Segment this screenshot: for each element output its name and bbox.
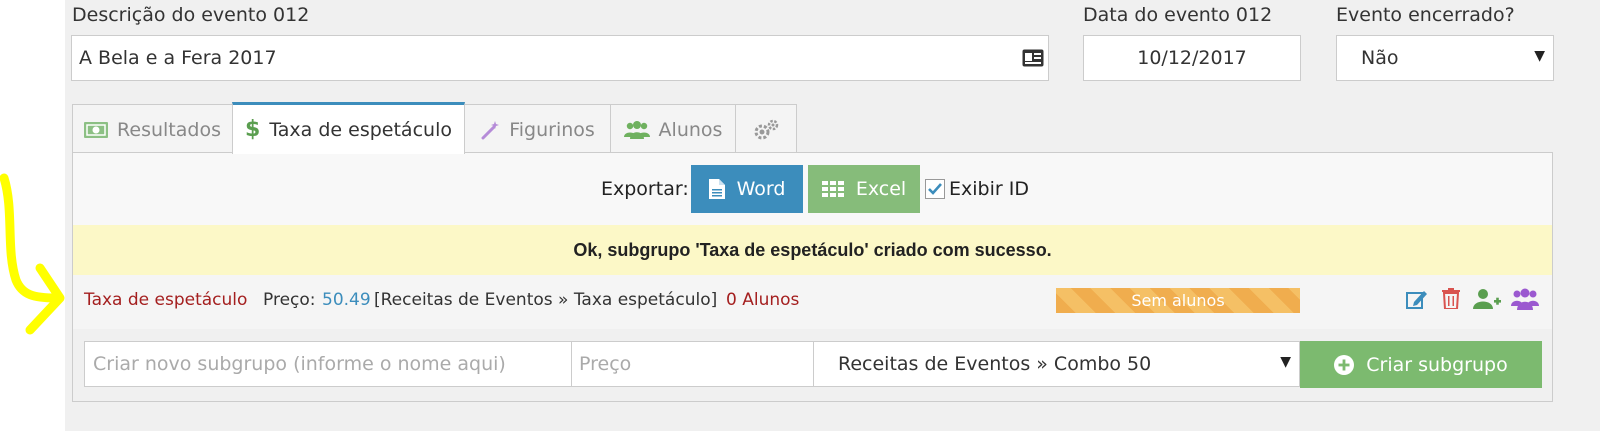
- show-id-checkbox[interactable]: [925, 179, 945, 199]
- export-word-button[interactable]: Word: [691, 165, 803, 213]
- tab-alunos[interactable]: Alunos: [610, 104, 736, 154]
- success-alert: Ok, subgrupo 'Taxa de espetáculo' criado…: [73, 225, 1552, 276]
- users-icon: [623, 120, 650, 139]
- new-subgroup-form: Criar novo subgrupo (informe o nome aqui…: [73, 329, 1552, 401]
- create-label: Criar subgrupo: [1366, 353, 1508, 376]
- event-description-value: A Bela e a Fera 2017: [79, 47, 277, 69]
- create-subgroup-button[interactable]: Criar subgrupo: [1300, 341, 1542, 388]
- tab-label: Alunos: [658, 118, 723, 141]
- dollar-icon: $: [245, 117, 261, 142]
- category-value: Receitas de Eventos » Combo 50: [838, 353, 1152, 375]
- new-subgroup-name-input[interactable]: Criar novo subgrupo (informe o nome aqui…: [84, 341, 572, 387]
- event-description-label: Descrição do evento 012: [72, 4, 310, 26]
- show-id-label: Exibir ID: [949, 178, 1029, 200]
- tab-resultados[interactable]: Resultados: [72, 104, 233, 154]
- subgroup-category: [Receitas de Eventos » Taxa espetáculo]: [374, 290, 718, 310]
- subgroup-row: Taxa de espetáculo Preço: 50.49 [Receita…: [73, 275, 1552, 330]
- tab-content-taxa: Exportar: Word Excel Exibir ID Ok, subgr…: [72, 152, 1553, 402]
- price-placeholder: Preço: [579, 353, 632, 375]
- word-label: Word: [736, 178, 786, 200]
- magic-wand-icon: [480, 120, 500, 140]
- table-icon: [821, 181, 844, 197]
- new-subgroup-price-input[interactable]: Preço: [571, 341, 814, 387]
- plus-circle-icon: [1334, 354, 1355, 375]
- money-icon: [84, 121, 109, 138]
- edit-icon[interactable]: [1406, 289, 1428, 309]
- trash-icon[interactable]: [1442, 288, 1460, 309]
- new-subgroup-category-select[interactable]: Receitas de Eventos » Combo 50 ▼: [813, 341, 1300, 387]
- event-closed-label: Evento encerrado?: [1336, 4, 1515, 26]
- students-count: 0 Alunos: [726, 290, 800, 310]
- export-excel-button[interactable]: Excel: [808, 165, 920, 213]
- add-user-icon[interactable]: [1473, 288, 1501, 310]
- alert-message: Ok, subgrupo 'Taxa de espetáculo' criado…: [573, 239, 1052, 260]
- excel-label: Excel: [855, 178, 907, 200]
- users-group-icon[interactable]: [1511, 288, 1539, 310]
- event-date-input[interactable]: 10/12/2017: [1083, 35, 1301, 81]
- file-icon: [708, 179, 725, 199]
- chevron-down-icon: ▼: [1280, 354, 1291, 370]
- yellow-arrow-annotation: [0, 173, 65, 335]
- tab-label: Resultados: [117, 118, 221, 141]
- tab-taxa-de-espetaculo[interactable]: $ Taxa de espetáculo: [232, 102, 465, 154]
- check-icon: [928, 183, 942, 195]
- event-date-label: Data do evento 012: [1083, 4, 1273, 26]
- event-closed-value: Não: [1361, 47, 1399, 69]
- export-toolbar: Exportar: Word Excel Exibir ID: [73, 153, 1552, 226]
- tab-label: Taxa de espetáculo: [269, 118, 452, 141]
- status-badge: Sem alunos: [1056, 288, 1300, 313]
- event-closed-select[interactable]: Não ▼: [1336, 35, 1554, 81]
- subgroup-name: Taxa de espetáculo: [84, 290, 248, 310]
- id-card-icon: [1022, 49, 1044, 67]
- event-date-value: 10/12/2017: [1137, 47, 1247, 69]
- name-placeholder: Criar novo subgrupo (informe o nome aqui…: [93, 353, 506, 375]
- price-label: Preço:: [263, 290, 316, 310]
- export-label: Exportar:: [601, 178, 689, 200]
- gears-icon: [753, 119, 779, 141]
- tab-settings[interactable]: [735, 104, 797, 154]
- price-value: 50.49: [322, 290, 371, 310]
- tab-figurinos[interactable]: Figurinos: [464, 104, 611, 154]
- status-badge-label: Sem alunos: [1131, 291, 1225, 310]
- tab-label: Figurinos: [509, 118, 595, 141]
- chevron-down-icon: ▼: [1534, 48, 1545, 64]
- event-description-input[interactable]: A Bela e a Fera 2017: [71, 35, 1049, 81]
